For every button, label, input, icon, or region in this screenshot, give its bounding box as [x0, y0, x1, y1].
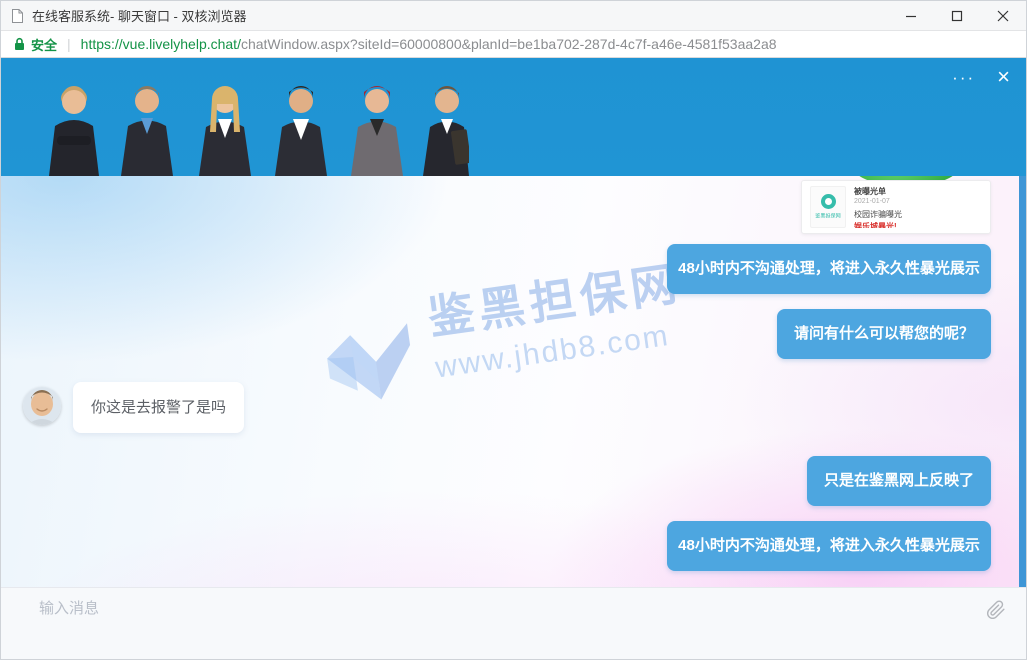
watermark-title: 鉴黑担保网	[423, 247, 685, 348]
address-bar[interactable]: 安全 | https://vue.livelyhelp.chat/chatWin…	[1, 31, 1026, 58]
titlebar: 在线客服系统- 聊天窗口 - 双核浏览器	[1, 1, 1026, 31]
watermark: 鉴黑担保网 www.jhdb8.com	[313, 247, 693, 415]
attachment-button[interactable]	[986, 600, 1006, 625]
chat-transcript: 鉴黑担保网 www.jhdb8.com 鉴黑担保网 被曝光单 2021-01-0…	[1, 176, 1026, 589]
close-icon	[997, 10, 1009, 22]
message-bubble-outgoing: 只是在鉴黑网上反映了	[807, 456, 991, 506]
message-bubble-incoming: 你这是去报警了是吗	[73, 382, 244, 433]
card-body: 被曝光单 2021-01-07 校园诈骗曝光 娱乐城暴光!	[854, 186, 982, 228]
message-composer	[1, 587, 1026, 659]
more-options-icon[interactable]: ···	[946, 65, 981, 90]
maximize-button[interactable]	[934, 1, 980, 31]
minimize-button[interactable]	[888, 1, 934, 31]
chat-close-icon[interactable]: ×	[991, 64, 1016, 90]
message-bubble-outgoing: 48小时内不沟通处理，将进入永久性暴光展示	[667, 521, 991, 571]
card-highlight: 娱乐城暴光!	[854, 221, 982, 228]
url-path-part: chatWindow.aspx?siteId=60000800&planId=b…	[241, 36, 777, 52]
message-input[interactable]	[39, 597, 939, 651]
page-icon	[11, 8, 24, 24]
message-bubble-outgoing: 请问有什么可以帮您的呢？	[777, 309, 991, 359]
close-button[interactable]	[980, 1, 1026, 31]
visitor-avatar	[23, 387, 61, 425]
shared-link-card[interactable]: 鉴黑担保网 被曝光单 2021-01-07 校园诈骗曝光 娱乐城暴光!	[801, 180, 991, 234]
chat-scrollbar[interactable]	[1019, 176, 1026, 589]
card-title: 被曝光单	[854, 186, 982, 197]
chat-header: ··· ×	[1, 58, 1026, 176]
lock-icon	[14, 37, 25, 51]
jhdb-badge-icon	[821, 194, 836, 209]
url-text[interactable]: https://vue.livelyhelp.chat/chatWindow.a…	[81, 36, 777, 52]
maximize-icon	[951, 10, 963, 22]
address-separator: |	[67, 36, 71, 52]
jhdb-logo-icon	[316, 310, 424, 414]
card-badge-label: 鉴黑担保网	[815, 212, 841, 220]
security-label: 安全	[31, 35, 57, 54]
watermark-url: www.jhdb8.com	[433, 316, 690, 385]
browser-window: 在线客服系统- 聊天窗口 - 双核浏览器 安全 | https://vue.li…	[0, 0, 1027, 660]
card-description: 校园诈骗曝光	[854, 209, 982, 220]
message-bubble-outgoing: 48小时内不沟通处理，将进入永久性暴光展示	[667, 244, 991, 294]
chat-header-actions: ··· ×	[946, 64, 1016, 90]
window-controls	[888, 1, 1026, 31]
card-thumbnail: 鉴黑担保网	[810, 186, 846, 228]
minimize-icon	[905, 10, 917, 22]
window-title: 在线客服系统- 聊天窗口 - 双核浏览器	[32, 6, 247, 25]
url-secure-part: https://vue.livelyhelp.chat/	[81, 36, 241, 52]
support-team-photo	[29, 74, 469, 176]
paperclip-icon	[986, 600, 1006, 620]
card-date: 2021-01-07	[854, 198, 982, 205]
watermark-text: 鉴黑担保网 www.jhdb8.com	[423, 247, 692, 399]
